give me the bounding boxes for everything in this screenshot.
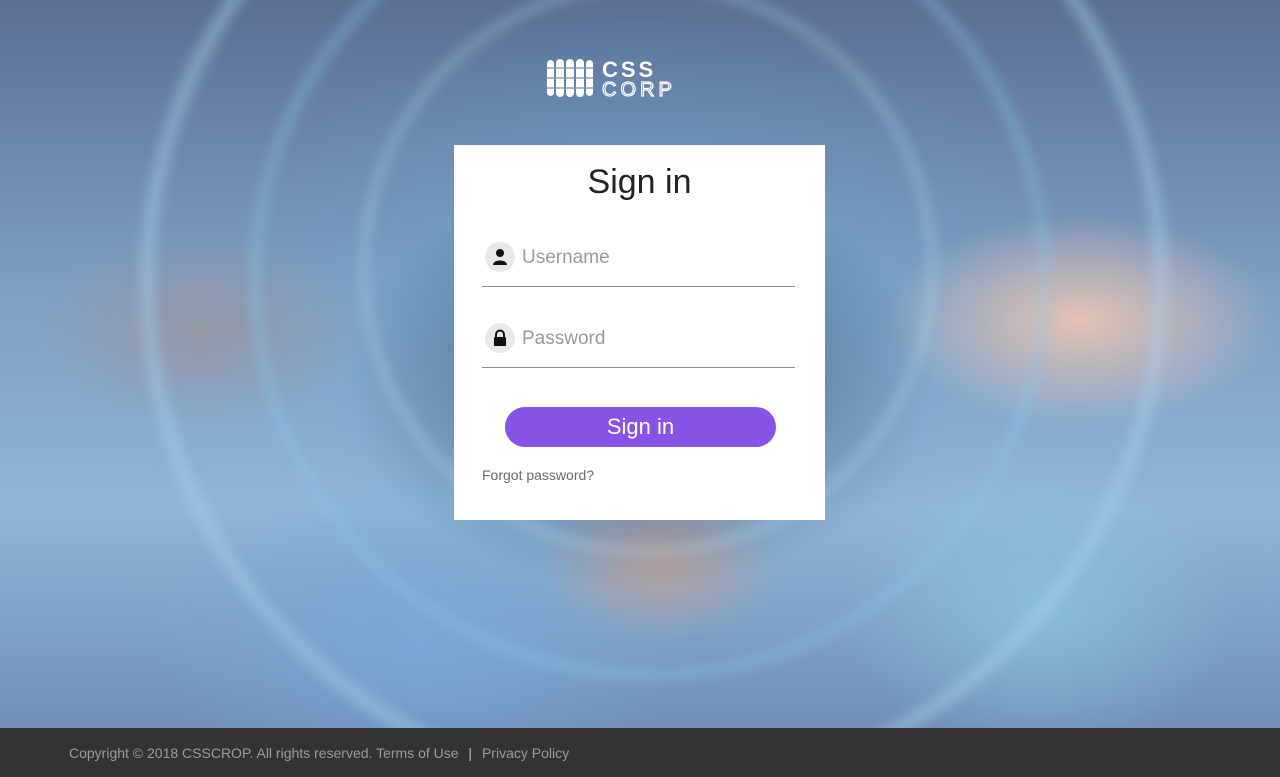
footer-text: Copyright © 2018 CSSCROP. All rights res… bbox=[69, 744, 569, 762]
page-title: Sign in bbox=[587, 163, 692, 201]
username-field bbox=[482, 242, 795, 287]
lock-icon bbox=[485, 323, 515, 353]
footer: Copyright © 2018 CSSCROP. All rights res… bbox=[0, 728, 1280, 777]
forgot-password-link[interactable]: Forgot password? bbox=[482, 466, 594, 484]
password-input[interactable] bbox=[522, 324, 792, 354]
terms-of-use-link[interactable]: Terms of Use bbox=[376, 745, 458, 761]
password-field bbox=[482, 323, 795, 368]
footer-separator: | bbox=[468, 745, 473, 761]
username-input[interactable] bbox=[522, 243, 792, 273]
company-logo: CSS CORP bbox=[546, 57, 710, 102]
copyright-text: Copyright © 2018 CSSCROP. All rights res… bbox=[69, 745, 373, 761]
sign-in-button[interactable]: Sign in bbox=[505, 407, 776, 447]
svg-text:CORP: CORP bbox=[602, 79, 676, 98]
user-icon bbox=[485, 242, 515, 272]
privacy-policy-link[interactable]: Privacy Policy bbox=[482, 745, 569, 761]
grid-logo-icon: CSS CORP bbox=[546, 57, 676, 102]
